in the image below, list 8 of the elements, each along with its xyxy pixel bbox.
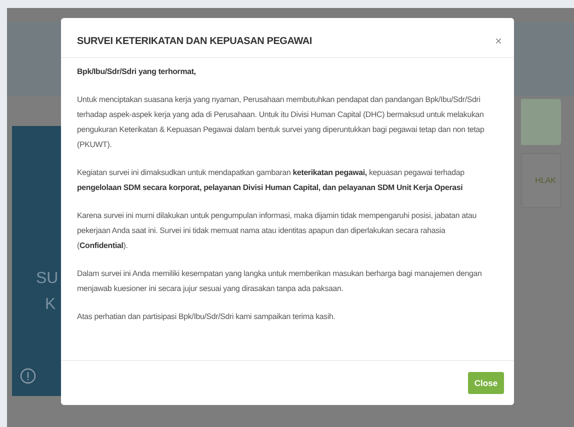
dialog-title: SURVEI KETERIKATAN DAN KEPUASAN PEGAWAI [77, 36, 312, 47]
alert-panel [521, 99, 561, 145]
menu-label: HLAK [535, 176, 556, 185]
close-button[interactable]: × [494, 36, 502, 46]
close-button[interactable]: Close [468, 372, 504, 394]
banner-text: SU [36, 269, 58, 289]
banner-text: K [45, 295, 56, 315]
info-icon [20, 368, 36, 384]
